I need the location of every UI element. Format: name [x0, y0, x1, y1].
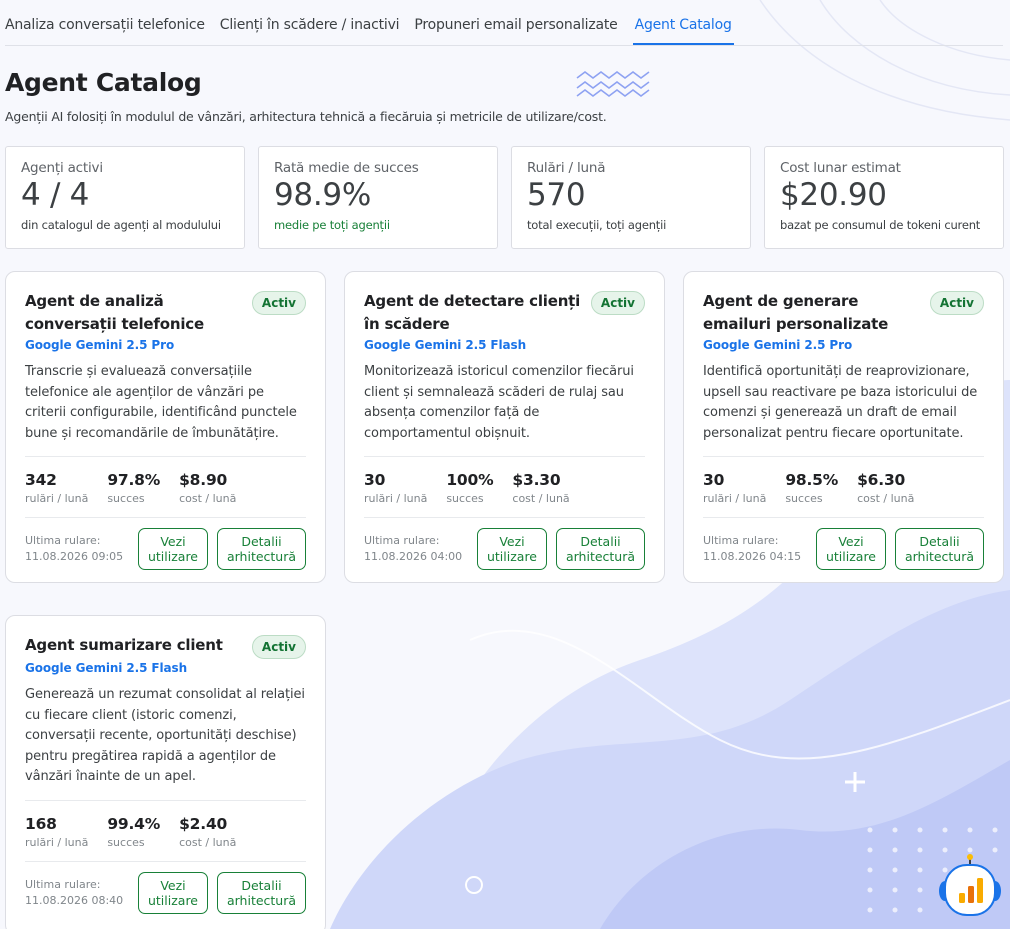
- runs-value: 168: [25, 814, 57, 833]
- cost-label: cost / lună: [179, 835, 237, 849]
- agent-name: Agent de generare emailuri personalizate: [703, 292, 889, 333]
- view-usage-button[interactable]: Vezi utilizare: [477, 528, 547, 570]
- last-run-time: 11.08.2026 09:05: [25, 550, 124, 563]
- cost-value: $8.90: [179, 471, 228, 489]
- agent-card-declining-clients: Agent de detectare clienți în scădere Ac…: [344, 271, 665, 583]
- view-usage-button[interactable]: Vezi utilizare: [138, 528, 208, 570]
- status-badge: Activ: [590, 291, 645, 315]
- success-label: succes: [446, 492, 484, 505]
- status-badge: Activ: [251, 291, 306, 315]
- agent-description: Monitorizează istoricul comenzilor fiecă…: [364, 364, 634, 441]
- last-run: Ultima rulare: 11.08.2026 09:05: [25, 533, 138, 565]
- stat-runs-month: Rulări / lună 570 total execuții, toți a…: [511, 146, 751, 249]
- status-badge: Activ: [251, 635, 306, 659]
- agent-name: Agent de analiză conversații telefonice: [25, 292, 204, 333]
- tab-declining-clients[interactable]: Clienți în scădere / inactivi: [220, 17, 400, 45]
- success-label: succes: [107, 492, 145, 505]
- tab-email-proposals[interactable]: Propuneri email personalizate: [414, 17, 617, 45]
- stat-monthly-cost: Cost lunar estimat $20.90 bazat pe consu…: [764, 146, 1004, 249]
- last-run-label: Ultima rulare:: [703, 534, 779, 547]
- cost-value: $3.30: [512, 471, 561, 489]
- success-value: 97.8%: [107, 471, 161, 489]
- stat-success-rate: Rată medie de succes 98.9% medie pe toți…: [258, 146, 498, 249]
- stat-value: $20.90: [780, 177, 887, 213]
- runs-value: 30: [364, 471, 386, 489]
- agent-model: Google Gemini 2.5 Flash: [25, 661, 188, 675]
- success-value: 99.4%: [107, 814, 161, 833]
- architecture-details-button[interactable]: Detalii arhitectură: [217, 871, 306, 914]
- success-label: succes: [785, 492, 823, 505]
- agent-metrics: 342 rulări / lună 97.8% succes $8.90 cost /…: [25, 456, 306, 505]
- last-run-label: Ultima rulare:: [25, 877, 101, 891]
- last-run-time: 11.08.2026 04:15: [703, 550, 802, 563]
- status-badge: Activ: [929, 291, 984, 315]
- tab-bar: Analiza conversații telefonice Clienți î…: [5, 0, 1003, 46]
- stat-label: Rată medie de succes: [274, 160, 419, 176]
- agent-metrics: 168 rulări / lună 99.4% succes $2.40 cost /…: [25, 799, 306, 849]
- last-run-time: 11.08.2026 08:40: [25, 893, 124, 907]
- last-run: Ultima rulare: 11.08.2026 08:40: [25, 877, 138, 909]
- assistant-bot-icon[interactable]: [937, 853, 1003, 919]
- last-run: Ultima rulare: 11.08.2026 04:00: [364, 533, 477, 565]
- view-usage-button[interactable]: Vezi utilizare: [138, 871, 208, 914]
- last-run-time: 11.08.2026 04:00: [364, 550, 463, 563]
- agent-model: Google Gemini 2.5 Flash: [364, 338, 527, 352]
- success-label: succes: [107, 835, 145, 849]
- agent-card-client-summary: Agent sumarizare client Activ Google Gem…: [5, 615, 326, 929]
- success-value: 98.5%: [785, 471, 839, 489]
- last-run-label: Ultima rulare:: [364, 534, 440, 547]
- architecture-details-button[interactable]: Detalii arhitectură: [895, 528, 984, 570]
- cost-value: $6.30: [857, 471, 906, 489]
- agent-metrics: 30 rulări / lună 100% succes $3.30 cost / l…: [364, 456, 645, 505]
- agent-model: Google Gemini 2.5 Pro: [25, 338, 175, 352]
- cost-label: cost / lună: [179, 492, 237, 505]
- agent-description: Identifică oportunități de reaproviziona…: [703, 364, 978, 441]
- stat-active-agents: Agenți activi 4 / 4 din catalogul de age…: [5, 146, 245, 249]
- agent-card-call-analysis: Agent de analiză conversații telefonice …: [5, 271, 326, 583]
- stat-note: total execuții, toți agenții: [527, 218, 667, 232]
- agent-name: Agent sumarizare client: [25, 636, 223, 654]
- stat-value: 98.9%: [274, 177, 371, 213]
- agent-model: Google Gemini 2.5 Pro: [703, 338, 853, 352]
- runs-label: rulări / lună: [25, 492, 89, 505]
- stat-label: Cost lunar estimat: [780, 160, 901, 176]
- stat-value: 570: [527, 177, 586, 213]
- last-run: Ultima rulare: 11.08.2026 04:15: [703, 533, 816, 565]
- runs-label: rulări / lună: [25, 835, 89, 849]
- tab-call-analysis[interactable]: Analiza conversații telefonice: [5, 17, 205, 45]
- last-run-label: Ultima rulare:: [25, 534, 101, 547]
- page-title: Agent Catalog: [5, 68, 202, 97]
- stat-label: Rulări / lună: [527, 160, 606, 176]
- success-value: 100%: [446, 471, 494, 489]
- runs-label: rulări / lună: [364, 492, 428, 505]
- agent-card-email-generation: Agent de generare emailuri personalizate…: [683, 271, 1004, 583]
- stat-note: bazat pe consumul de tokeni curent: [780, 218, 981, 232]
- stat-value: 4 / 4: [21, 177, 90, 213]
- stat-note: medie pe toți agenții: [274, 218, 390, 232]
- agent-description: Transcrie și evaluează conversațiile tel…: [25, 364, 297, 441]
- agent-metrics: 30 rulări / lună 98.5% succes $6.30 cost / …: [703, 456, 984, 505]
- runs-value: 30: [703, 471, 725, 489]
- page-subtitle: Agenții AI folosiți în modulul de vânzăr…: [5, 109, 607, 124]
- cost-label: cost / lună: [512, 492, 570, 505]
- cost-label: cost / lună: [857, 492, 915, 505]
- tab-agent-catalog[interactable]: Agent Catalog: [632, 17, 734, 45]
- cost-value: $2.40: [179, 814, 228, 833]
- stat-note: din catalogul de agenți al modulului: [21, 218, 221, 232]
- architecture-details-button[interactable]: Detalii arhitectură: [556, 528, 645, 570]
- architecture-details-button[interactable]: Detalii arhitectură: [217, 528, 306, 570]
- agent-name: Agent de detectare clienți în scădere: [364, 292, 581, 333]
- runs-label: rulări / lună: [703, 492, 767, 505]
- view-usage-button[interactable]: Vezi utilizare: [816, 528, 886, 570]
- stat-label: Agenți activi: [21, 160, 103, 176]
- runs-value: 342: [25, 471, 57, 489]
- agent-description: Generează un rezumat consolidat al relaț…: [25, 687, 305, 784]
